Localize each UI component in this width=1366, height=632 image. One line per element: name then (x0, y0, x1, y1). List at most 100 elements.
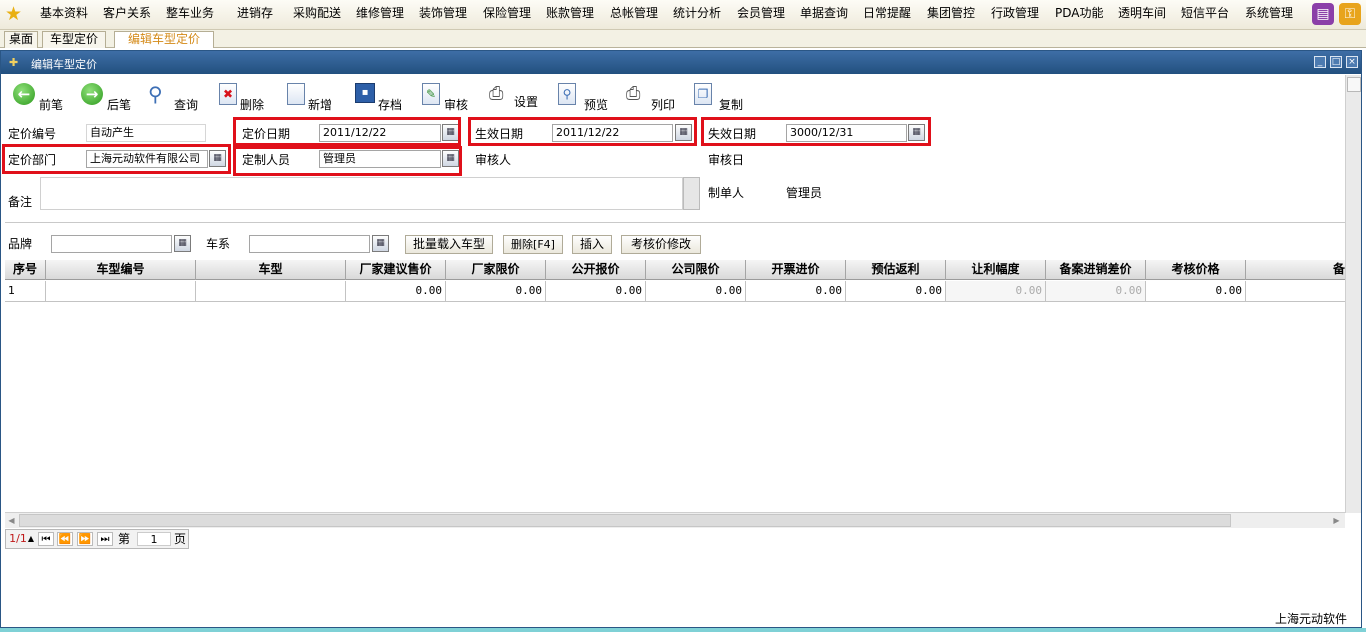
query-label: 查询 (174, 98, 199, 112)
menu-document-query[interactable]: 单据查询 (800, 6, 848, 20)
status-company: 上海元动软件 (1275, 612, 1348, 626)
vertical-scroll-thumb[interactable] (1347, 77, 1361, 92)
key-icon[interactable]: ⚿ (1339, 3, 1361, 25)
close-button[interactable]: × (1346, 56, 1358, 68)
menu-statistics[interactable]: 统计分析 (673, 6, 721, 20)
next-label: 后笔 (107, 98, 132, 112)
bottom-border (0, 628, 1366, 632)
menu-group-control[interactable]: 集团管控 (927, 6, 975, 20)
col-company-limit[interactable]: 公司限价 (646, 260, 746, 280)
maximize-button[interactable]: □ (1330, 56, 1342, 68)
table-cell-seq[interactable]: 1 (5, 281, 46, 302)
next-page-icon[interactable]: ⏩ (77, 532, 93, 546)
page-menu-icon[interactable]: ▲ (27, 532, 35, 546)
menu-customer-relations[interactable]: 客户关系 (103, 6, 151, 20)
menu-basic-data[interactable]: 基本资料 (40, 6, 88, 20)
audit-price-modify-button[interactable]: 考核价修改 (621, 235, 701, 254)
tab-vehicle-pricing[interactable]: 车型定价 (42, 31, 106, 48)
table-cell-public-quote[interactable]: 0.00 (546, 281, 646, 302)
col-audit-price[interactable]: 考核价格 (1146, 260, 1246, 280)
query-button[interactable]: ⚲ 查询 (148, 83, 200, 112)
horizontal-scroll-thumb[interactable] (19, 514, 1231, 527)
table-cell-audit-price[interactable]: 0.00 (1146, 281, 1246, 302)
table-cell-model-code[interactable] (46, 281, 196, 302)
menu-inventory[interactable]: 进销存 (237, 6, 273, 20)
page-unit: 页 (173, 532, 186, 546)
table-cell-model[interactable] (196, 281, 346, 302)
window-titlebar: ✚ 编辑车型定价 _ □ × (1, 51, 1361, 74)
series-input[interactable] (249, 235, 370, 253)
scroll-left-icon[interactable]: ◀ (5, 514, 18, 527)
menu-purchase-delivery[interactable]: 采购配送 (293, 6, 341, 20)
prev-page-icon[interactable]: ⏪ (57, 532, 73, 546)
menu-general-ledger[interactable]: 总帐管理 (610, 6, 658, 20)
main-menubar: ★ 基本资料 客户关系 整车业务 进销存 采购配送 维修管理 装饰管理 保险管理… (0, 0, 1366, 30)
auditor-label: 审核人 (475, 153, 512, 167)
table-cell-company-limit[interactable]: 0.00 (646, 281, 746, 302)
audit-button[interactable]: ✎ 审核 (422, 83, 472, 112)
add-label: 新增 (308, 98, 333, 112)
table-cell-remark[interactable] (1246, 281, 1345, 302)
settings-button[interactable]: ⎙ 设置 (489, 83, 541, 111)
tab-edit-vehicle-pricing[interactable]: 编辑车型定价 (114, 31, 214, 48)
col-discount-range[interactable]: 让利幅度 (946, 260, 1046, 280)
star-icon[interactable]: ★ (5, 4, 22, 24)
menu-sms[interactable]: 短信平台 (1181, 6, 1229, 20)
print-button[interactable]: ⎙ 列印 (626, 83, 678, 112)
menu-repair[interactable]: 维修管理 (356, 6, 404, 20)
insert-row-button[interactable]: 插入 (572, 235, 612, 254)
remark-scrollbar[interactable] (683, 177, 700, 210)
col-model-code[interactable]: 车型编号 (46, 260, 196, 280)
col-est-rebate[interactable]: 预估返利 (846, 260, 946, 280)
menu-vehicle-business[interactable]: 整车业务 (166, 6, 214, 20)
vertical-scrollbar[interactable] (1345, 75, 1361, 513)
menu-system[interactable]: 系统管理 (1245, 6, 1293, 20)
menu-decoration[interactable]: 装饰管理 (419, 6, 467, 20)
col-invoice-cost[interactable]: 开票进价 (746, 260, 846, 280)
copy-button[interactable]: ❐ 复制 (694, 83, 746, 112)
scroll-right-icon[interactable]: ▶ (1330, 514, 1343, 527)
table-cell-invoice-cost[interactable]: 0.00 (746, 281, 846, 302)
brand-input[interactable] (51, 235, 172, 253)
series-lookup-icon[interactable]: ▦ (372, 235, 389, 252)
col-public-quote[interactable]: 公开报价 (546, 260, 646, 280)
menu-transparent-workshop[interactable]: 透明车间 (1118, 6, 1166, 20)
col-model[interactable]: 车型 (196, 260, 346, 280)
table-cell-est-rebate[interactable]: 0.00 (846, 281, 946, 302)
book-icon[interactable]: ▤ (1312, 3, 1334, 25)
table-cell-suggested-price[interactable]: 0.00 (346, 281, 446, 302)
col-remark[interactable]: 备 (1246, 260, 1345, 280)
delete-button[interactable]: ✖ 删除 (219, 83, 269, 112)
first-page-icon[interactable]: ⏮ (38, 532, 54, 546)
delete-row-button[interactable]: 删除[F4] (503, 235, 563, 254)
remark-textarea[interactable] (40, 177, 683, 210)
settings-label: 设置 (514, 95, 539, 109)
menu-accounts[interactable]: 账款管理 (546, 6, 594, 20)
brand-lookup-icon[interactable]: ▦ (174, 235, 191, 252)
tab-desktop[interactable]: 桌面 (4, 31, 38, 48)
table-cell-filed-margin: 0.00 (1046, 281, 1146, 302)
menu-insurance[interactable]: 保险管理 (483, 6, 531, 20)
next-button[interactable]: → 后笔 (81, 83, 133, 112)
vehicle-price-grid: 序号 车型编号 车型 厂家建议售价 厂家限价 公开报价 公司限价 开票进价 预估… (5, 260, 1345, 528)
menu-daily-reminder[interactable]: 日常提醒 (863, 6, 911, 20)
col-suggested-price[interactable]: 厂家建议售价 (346, 260, 446, 280)
add-button[interactable]: 新增 (287, 83, 337, 112)
col-seq[interactable]: 序号 (5, 260, 46, 280)
menu-pda[interactable]: PDA功能 (1055, 6, 1103, 20)
preview-button[interactable]: ⚲ 预览 (558, 83, 610, 112)
delete-label: 删除 (240, 98, 265, 112)
save-button[interactable]: ▪ 存档 (355, 83, 405, 112)
table-cell-factory-limit[interactable]: 0.00 (446, 281, 546, 302)
menu-administration[interactable]: 行政管理 (991, 6, 1039, 20)
col-filed-margin[interactable]: 备案进销差价 (1046, 260, 1146, 280)
window-icon: ✚ (9, 56, 19, 69)
col-factory-limit[interactable]: 厂家限价 (446, 260, 546, 280)
menu-membership[interactable]: 会员管理 (737, 6, 785, 20)
page-number-input[interactable]: 1 (137, 532, 171, 546)
batch-load-button[interactable]: 批量载入车型 (405, 235, 493, 254)
minimize-button[interactable]: _ (1314, 56, 1326, 68)
last-page-icon[interactable]: ⏭ (97, 532, 113, 546)
horizontal-scrollbar[interactable]: ◀ ▶ (5, 512, 1345, 528)
prev-button[interactable]: ← 前笔 (13, 83, 65, 112)
